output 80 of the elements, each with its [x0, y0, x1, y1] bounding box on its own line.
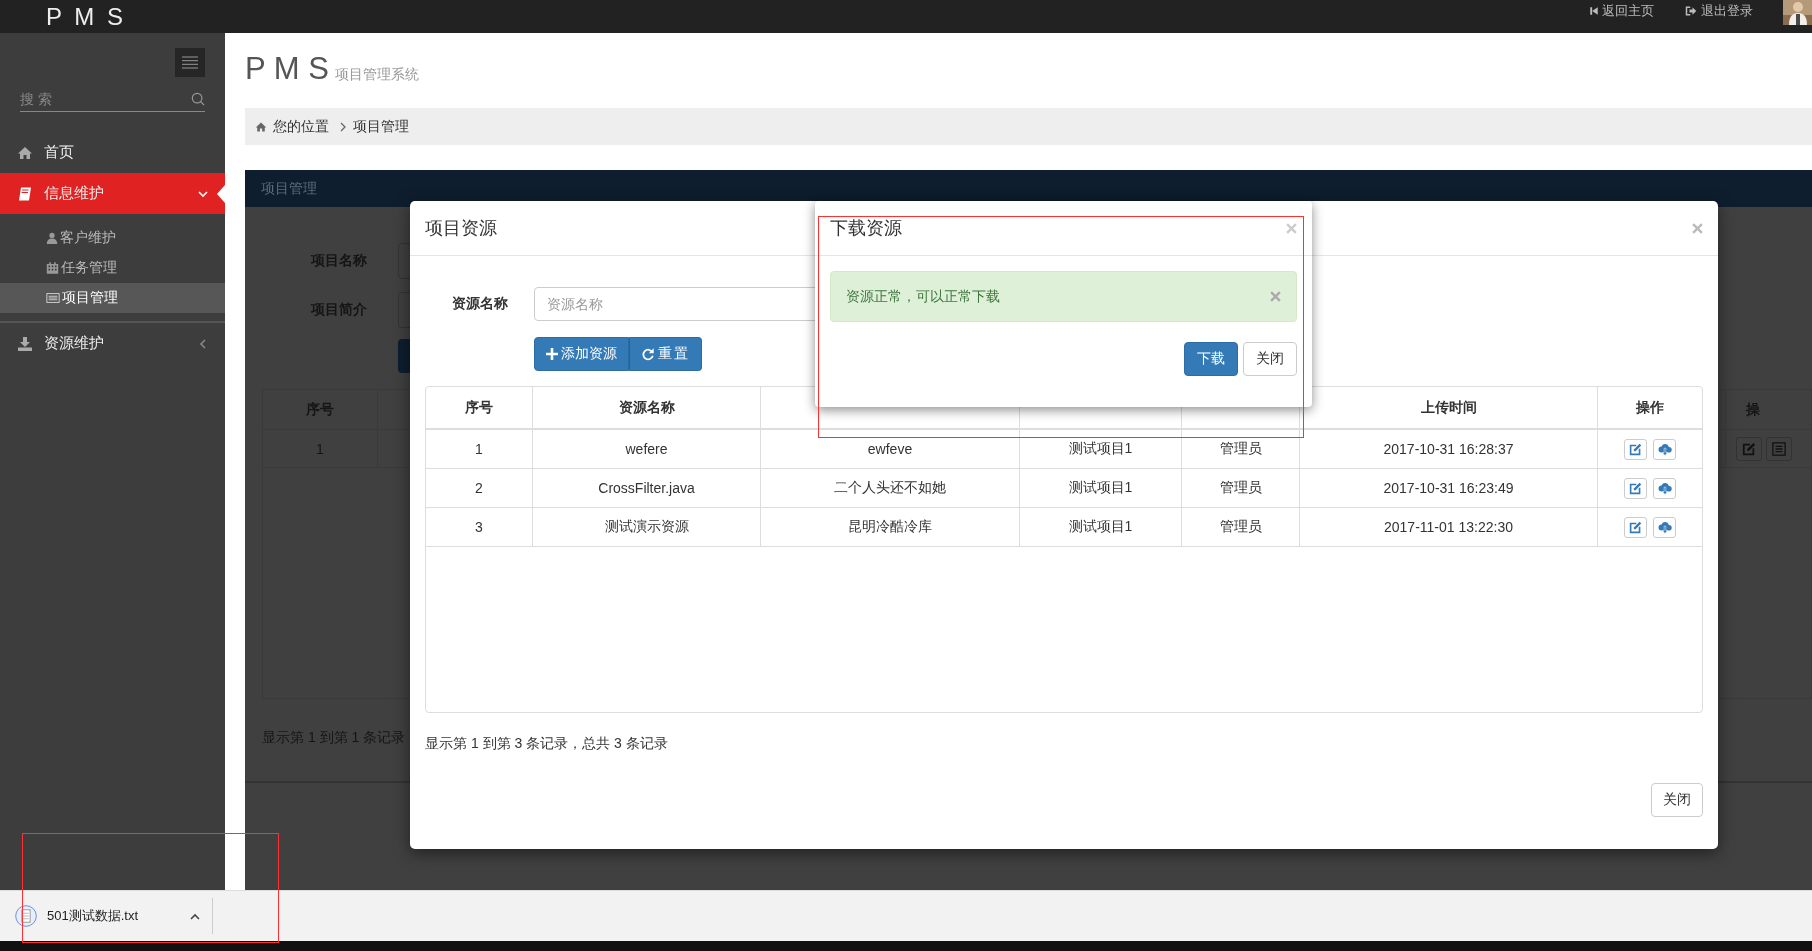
page-subtitle: 项目管理系统	[334, 66, 419, 84]
reset-button[interactable]: 重置	[629, 337, 702, 371]
table-cell: ewfeve	[867, 441, 913, 457]
download-icon	[17, 335, 33, 352]
add-button[interactable]: 添加资源	[534, 337, 629, 371]
chevron-icon	[339, 121, 347, 132]
table-summary: 显示第 1 到第 3 条记录，总共 3 条记录	[425, 735, 668, 753]
sidebar-subitem[interactable]: 客户维护	[0, 223, 225, 253]
cloud-download-icon	[1657, 520, 1672, 534]
column-header: 序号	[465, 398, 493, 417]
download-item[interactable]: 501测试数据.txt	[0, 898, 213, 934]
sidebar-subitem[interactable]: 项目管理	[0, 283, 225, 313]
table-cell: 2	[475, 480, 483, 496]
file-icon	[15, 905, 37, 927]
table-cell: 管理员	[1219, 440, 1262, 458]
breadcrumb-link[interactable]: 您的位置	[273, 117, 329, 136]
plus-icon	[546, 348, 558, 360]
download-button[interactable]: 下载	[1184, 342, 1238, 376]
close-icon	[1270, 291, 1281, 302]
caret-icon	[190, 912, 200, 920]
table-cell: 1	[475, 441, 483, 457]
table-cell: 测试项目1	[1068, 440, 1133, 458]
menu-button[interactable]	[175, 48, 205, 77]
table-cell: 二个人头还不如她	[834, 479, 946, 497]
list-icon	[46, 291, 60, 305]
edit-icon	[1629, 481, 1642, 495]
table-cell: 管理员	[1219, 518, 1262, 536]
list-icon	[1772, 441, 1786, 456]
search-icon	[191, 92, 205, 106]
menu-icon	[182, 56, 198, 69]
dialog-title: 下载资源	[830, 217, 902, 240]
close-button[interactable]: 关闭	[1651, 783, 1703, 817]
cloud-download-icon	[1657, 442, 1672, 456]
home-icon	[17, 144, 33, 161]
edit-icon	[1629, 520, 1642, 534]
sidebar-subitem[interactable]: 任务管理	[0, 253, 225, 283]
field-label: 资源名称	[450, 295, 509, 313]
cloud-download-button[interactable]	[1653, 516, 1676, 538]
close-icon	[1286, 222, 1297, 234]
sidebar-item[interactable]: 资源维护	[0, 323, 225, 364]
file-name: 501测试数据.txt	[47, 907, 139, 925]
calendar-icon	[46, 261, 59, 275]
sidebar-item[interactable]: 信息维护	[0, 173, 225, 214]
table-cell: 测试项目1	[1068, 479, 1133, 497]
caret-button[interactable]	[190, 912, 200, 920]
close-icon	[1692, 222, 1703, 234]
table-cell: 管理员	[1219, 479, 1262, 497]
table-cell: 测试演示资源	[604, 518, 689, 536]
logout-icon	[1684, 5, 1698, 17]
table-cell: 2017-10-31 16:28:37	[1383, 441, 1514, 457]
skip-back-icon	[1589, 5, 1599, 17]
table-cell: 2017-11-01 13:22:30	[1384, 519, 1513, 535]
column-header: 资源名称	[618, 398, 675, 417]
top-link[interactable]: 退出登录	[1684, 2, 1753, 20]
home-icon	[255, 120, 267, 133]
book-icon	[17, 185, 33, 202]
column-header: 上传时间	[1420, 398, 1477, 417]
edit-icon	[1742, 441, 1756, 456]
cloud-download-icon	[1657, 481, 1672, 495]
user-icon	[46, 231, 58, 245]
dialog-title: 项目资源	[425, 217, 497, 240]
table-cell: wefere	[625, 441, 668, 457]
edit-icon	[1629, 442, 1642, 456]
table-cell: CrossFilter.java	[598, 480, 695, 496]
sidebar-item[interactable]: 首页	[0, 132, 225, 173]
column-header: 操作	[1636, 398, 1664, 417]
panel-title: 项目管理	[261, 179, 317, 198]
table-cell: 3	[475, 519, 483, 535]
table-cell: 昆明冷酷冷库	[848, 518, 932, 536]
close-button[interactable]: 关闭	[1243, 342, 1297, 376]
refresh-icon	[641, 347, 655, 361]
top-link[interactable]: 返回主页	[1589, 2, 1654, 20]
cloud-download-button[interactable]	[1653, 438, 1676, 460]
page-title: P M S	[245, 51, 329, 87]
cloud-download-button[interactable]	[1653, 477, 1676, 499]
table-cell: 2017-10-31 16:23:49	[1383, 480, 1514, 496]
breadcrumb-link[interactable]: 项目管理	[353, 117, 409, 136]
search-field[interactable]: 搜 索	[20, 91, 191, 107]
app-logo: P M S	[46, 2, 126, 31]
table-cell: 测试项目1	[1068, 518, 1133, 536]
